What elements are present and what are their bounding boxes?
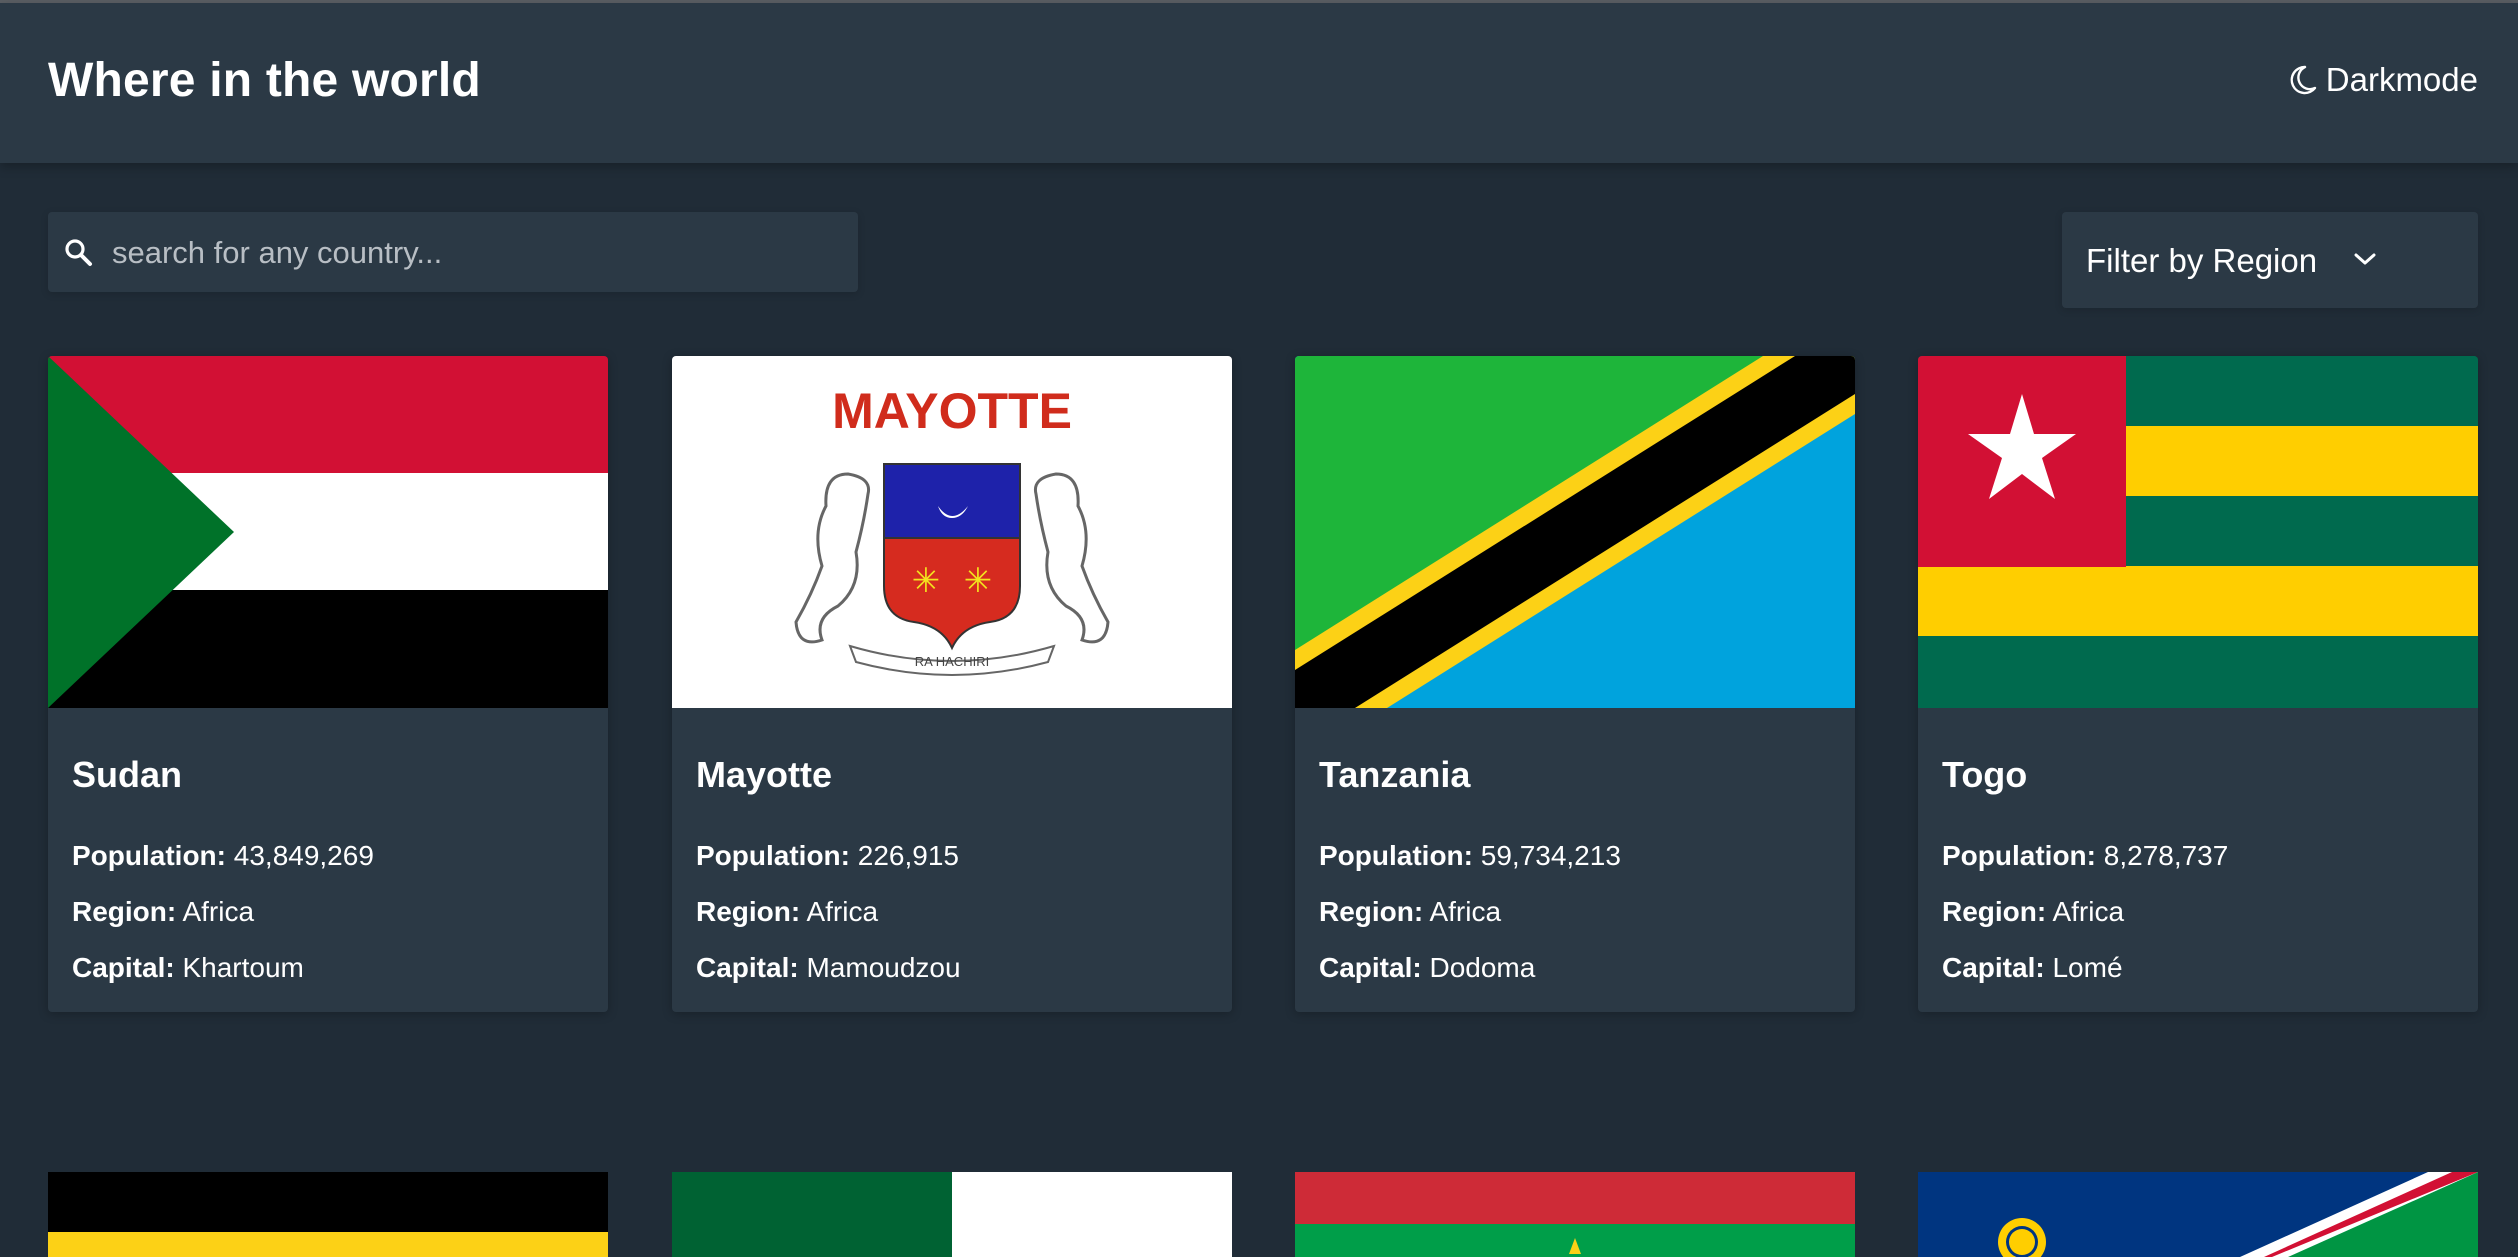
region-filter-dropdown[interactable]: Filter by Region bbox=[2062, 212, 2478, 308]
moon-icon bbox=[2290, 65, 2316, 95]
population-row: Population: 226,915 bbox=[696, 840, 959, 872]
mayotte-flag: MAYOTTE ✳ ✳ RA HACHIRI bbox=[672, 356, 1232, 708]
svg-text:✳: ✳ bbox=[964, 561, 993, 601]
mayotte-motto: RA HACHIRI bbox=[915, 654, 989, 669]
darkmode-toggle[interactable]: Darkmode bbox=[2288, 61, 2478, 99]
sudan-flag bbox=[48, 356, 608, 708]
mayotte-flag-text: MAYOTTE bbox=[832, 383, 1072, 439]
region-value: Africa bbox=[182, 896, 255, 927]
population-label: Population: bbox=[1942, 840, 2096, 871]
region-label: Region: bbox=[1942, 896, 2047, 927]
capital-value: Lomé bbox=[2052, 952, 2123, 983]
population-value: 226,915 bbox=[857, 840, 959, 871]
country-card[interactable]: Sudan Population: 43,849,269 Region: Afr… bbox=[48, 356, 608, 1012]
country-flag bbox=[1918, 1172, 2478, 1257]
country-card[interactable]: Togo Population: 8,278,737 Region: Afric… bbox=[1918, 356, 2478, 1012]
chevron-down-icon bbox=[2354, 253, 2376, 265]
region-row: Region: Africa bbox=[696, 896, 878, 928]
capital-row: Capital: Khartoum bbox=[72, 952, 304, 984]
population-row: Population: 59,734,213 bbox=[1319, 840, 1621, 872]
capital-label: Capital: bbox=[1942, 952, 2045, 983]
country-card[interactable] bbox=[1295, 1172, 1855, 1257]
country-card[interactable]: Tanzania Population: 59,734,213 Region: … bbox=[1295, 356, 1855, 1012]
population-value: 43,849,269 bbox=[233, 840, 374, 871]
population-value: 59,734,213 bbox=[1480, 840, 1621, 871]
country-card[interactable] bbox=[672, 1172, 1232, 1257]
region-row: Region: Africa bbox=[1942, 896, 2124, 928]
region-label: Region: bbox=[72, 896, 177, 927]
tanzania-flag bbox=[1295, 356, 1855, 708]
capital-row: Capital: Dodoma bbox=[1319, 952, 1535, 984]
search-box bbox=[48, 212, 858, 294]
population-label: Population: bbox=[72, 840, 226, 871]
app-header: Where in the world Darkmode bbox=[0, 3, 2518, 163]
country-name: Sudan bbox=[72, 754, 183, 795]
togo-flag bbox=[1918, 356, 2478, 708]
region-value: Africa bbox=[806, 896, 879, 927]
capital-label: Capital: bbox=[72, 952, 175, 983]
country-flag bbox=[48, 1172, 608, 1257]
region-label: Region: bbox=[1319, 896, 1424, 927]
country-card[interactable] bbox=[1918, 1172, 2478, 1257]
country-name: Mayotte bbox=[696, 754, 833, 795]
region-value: Africa bbox=[1429, 896, 1502, 927]
region-row: Region: Africa bbox=[72, 896, 254, 928]
capital-row: Capital: Mamoudzou bbox=[696, 952, 961, 984]
capital-label: Capital: bbox=[1319, 952, 1422, 983]
filter-label: Filter by Region bbox=[2086, 242, 2318, 279]
search-icon bbox=[65, 239, 92, 266]
population-value: 8,278,737 bbox=[2103, 840, 2229, 871]
country-card[interactable]: MAYOTTE ✳ ✳ RA HACHIRI Mayotte Populatio… bbox=[672, 356, 1232, 1012]
capital-value: Dodoma bbox=[1429, 952, 1536, 983]
region-row: Region: Africa bbox=[1319, 896, 1501, 928]
capital-value: Mamoudzou bbox=[806, 952, 961, 983]
page-title: Where in the world bbox=[48, 54, 481, 107]
country-flag bbox=[672, 1172, 1232, 1257]
search-input[interactable] bbox=[110, 212, 844, 294]
population-row: Population: 8,278,737 bbox=[1942, 840, 2228, 872]
region-value: Africa bbox=[2052, 896, 2125, 927]
svg-text:✳: ✳ bbox=[912, 561, 941, 601]
region-label: Region: bbox=[696, 896, 801, 927]
country-flag bbox=[1295, 1172, 1855, 1257]
capital-value: Khartoum bbox=[182, 952, 304, 983]
country-card[interactable] bbox=[48, 1172, 608, 1257]
country-name: Togo bbox=[1942, 754, 2028, 795]
population-label: Population: bbox=[1319, 840, 1473, 871]
population-label: Population: bbox=[696, 840, 850, 871]
country-name: Tanzania bbox=[1319, 754, 1471, 795]
darkmode-label: Darkmode bbox=[2325, 61, 2478, 98]
capital-label: Capital: bbox=[696, 952, 799, 983]
population-row: Population: 43,849,269 bbox=[72, 840, 374, 872]
capital-row: Capital: Lomé bbox=[1942, 952, 2123, 984]
